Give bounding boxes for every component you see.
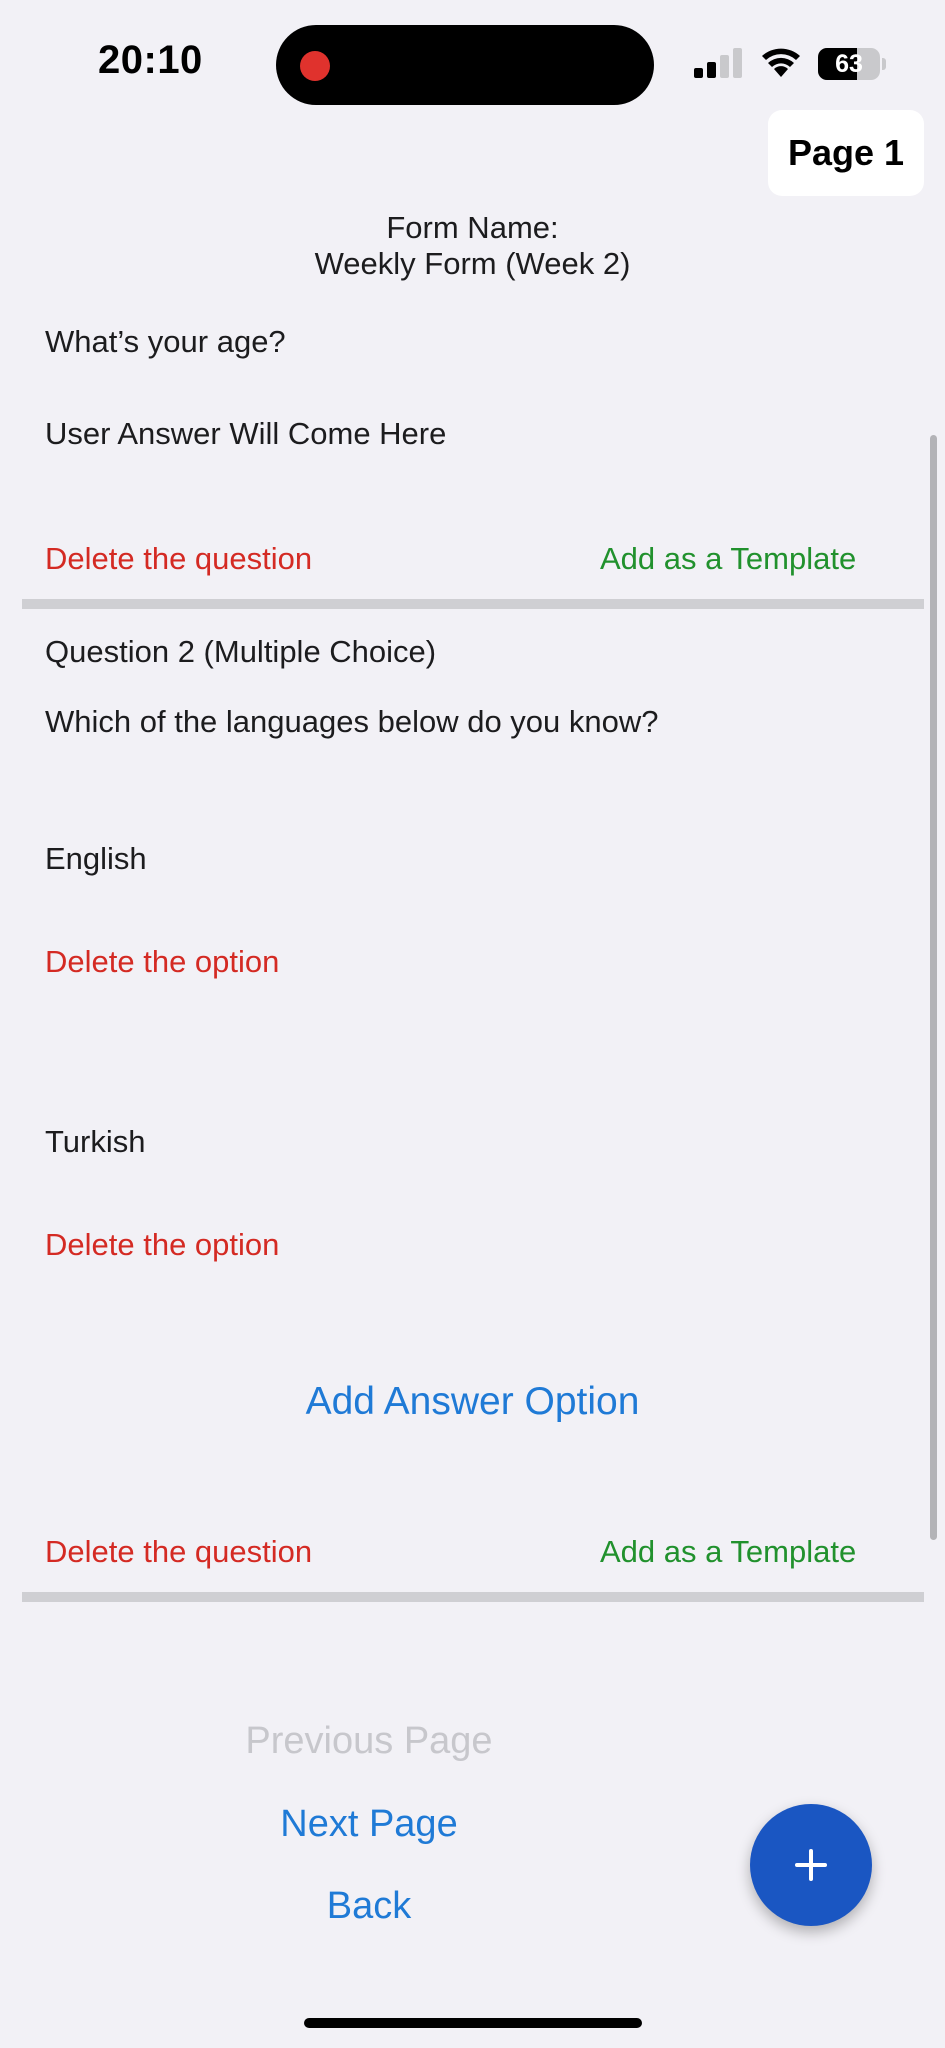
add-question-fab[interactable] xyxy=(750,1804,872,1926)
battery-percent: 63 xyxy=(835,50,863,78)
next-page-button[interactable]: Next Page xyxy=(0,1803,738,1846)
dynamic-island xyxy=(276,25,654,105)
question-2-text: Which of the languages below do you know… xyxy=(45,704,659,739)
plus-icon xyxy=(795,1849,827,1881)
battery-icon: 63 xyxy=(818,48,886,80)
question-1-answer-field[interactable]: User Answer Will Come Here xyxy=(45,416,446,452)
previous-page-button[interactable]: Previous Page xyxy=(0,1720,738,1763)
cellular-signal-icon xyxy=(694,48,742,78)
form-name: Weekly Form (Week 2) xyxy=(314,246,631,281)
recording-indicator-icon xyxy=(300,51,330,81)
back-button[interactable]: Back xyxy=(0,1885,738,1928)
page-indicator: Page 1 xyxy=(768,110,924,196)
scroll-indicator[interactable] xyxy=(930,435,937,1540)
home-indicator xyxy=(304,2018,642,2028)
option-english[interactable]: English xyxy=(45,841,147,877)
option-turkish[interactable]: Turkish xyxy=(45,1124,145,1160)
question-divider xyxy=(22,599,924,609)
wifi-icon xyxy=(762,48,800,77)
question-2-header: Question 2 (Multiple Choice) xyxy=(45,634,437,669)
question-divider xyxy=(22,1592,924,1602)
status-time: 20:10 xyxy=(98,38,203,82)
add-question-2-template-button[interactable]: Add as a Template xyxy=(600,1534,856,1570)
delete-question-1-button[interactable]: Delete the question xyxy=(45,541,312,577)
delete-question-2-button[interactable]: Delete the question xyxy=(45,1534,312,1570)
delete-option-english-button[interactable]: Delete the option xyxy=(45,944,279,980)
form-name-label: Form Name: xyxy=(386,210,559,245)
add-question-1-template-button[interactable]: Add as a Template xyxy=(600,541,856,577)
delete-option-turkish-button[interactable]: Delete the option xyxy=(45,1227,279,1263)
add-answer-option-button[interactable]: Add Answer Option xyxy=(0,1380,945,1424)
question-1-text: What’s your age? xyxy=(45,324,286,359)
